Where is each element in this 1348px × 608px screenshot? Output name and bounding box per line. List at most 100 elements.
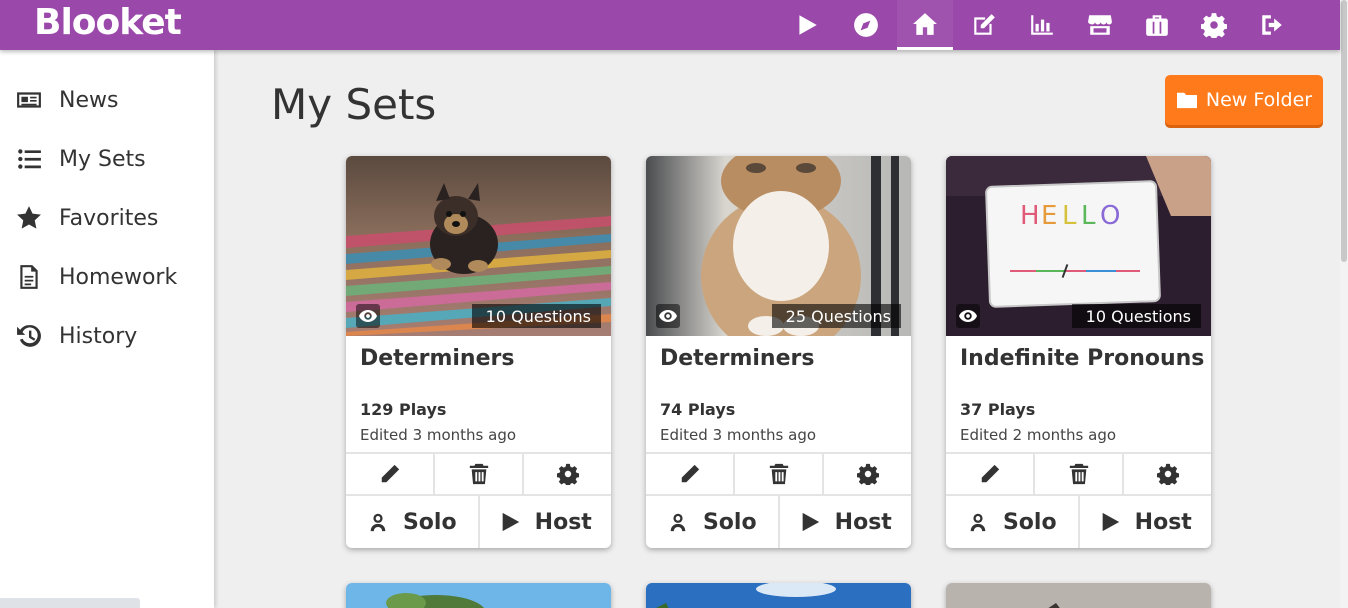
gear-icon (556, 463, 579, 485)
play-icon (799, 15, 817, 35)
set-thumbnail-image (646, 583, 911, 608)
set-card[interactable]: 25 Questions Determiners 74 Plays Edited… (646, 156, 911, 548)
nav-home-button[interactable] (897, 0, 953, 50)
trash-icon (469, 463, 488, 485)
solo-label: Solo (702, 509, 757, 535)
star-icon (14, 203, 44, 233)
list-icon (14, 144, 44, 174)
scrollbar-thumb[interactable] (1341, 0, 1347, 262)
host-button[interactable]: Host (780, 496, 912, 548)
sidebar-item-label: History (59, 323, 138, 349)
pencil-icon (381, 464, 399, 483)
sidebar-item-my-sets[interactable]: My Sets (0, 134, 214, 184)
solo-button[interactable]: Solo (346, 496, 480, 548)
nav-market-button[interactable] (1072, 0, 1128, 50)
home-icon (913, 12, 937, 35)
new-folder-label: New Folder (1205, 89, 1313, 111)
status-bar-url (0, 598, 140, 608)
folder-icon (1176, 92, 1197, 109)
briefcase-icon (1146, 15, 1168, 36)
person-icon (670, 513, 686, 532)
sidebar-item-favorites[interactable]: Favorites (0, 193, 214, 243)
play-icon (1102, 512, 1119, 532)
pencil-icon (681, 464, 699, 483)
nav-logout-button[interactable] (1244, 0, 1300, 50)
gear-icon (856, 463, 879, 485)
set-thumbnail[interactable]: 10 Questions (346, 156, 611, 336)
svg-text:H: H (1020, 201, 1043, 231)
nav-discover-button[interactable] (838, 0, 894, 50)
set-title[interactable]: Determiners (360, 346, 514, 371)
host-button[interactable]: Host (1080, 496, 1212, 548)
set-card-partial[interactable] (346, 583, 611, 608)
set-settings-button[interactable] (1124, 454, 1211, 494)
host-label: Host (534, 509, 592, 535)
set-card-partial[interactable] (646, 583, 911, 608)
eye-icon[interactable] (656, 304, 680, 328)
page-title: My Sets (271, 80, 437, 129)
sidebar-item-news[interactable]: News (0, 75, 214, 125)
edit-set-button[interactable] (346, 454, 435, 494)
person-icon (970, 513, 986, 532)
sidebar-item-history[interactable]: History (0, 311, 214, 361)
file-icon (14, 262, 44, 292)
history-icon (14, 321, 44, 351)
edit-set-button[interactable] (946, 454, 1035, 494)
gear-icon (1201, 13, 1227, 38)
solo-button[interactable]: Solo (946, 496, 1080, 548)
delete-set-button[interactable] (435, 454, 524, 494)
delete-set-button[interactable] (1035, 454, 1124, 494)
host-button[interactable]: Host (480, 496, 612, 548)
set-thumbnail[interactable]: H E L L O 10 Questions (946, 156, 1211, 336)
set-title[interactable]: Determiners (660, 346, 814, 371)
solo-label: Solo (402, 509, 457, 535)
svg-text:L: L (1062, 201, 1080, 231)
host-label: Host (1134, 509, 1192, 535)
top-nav-bar: Blooket (0, 0, 1340, 50)
svg-text:O: O (1100, 201, 1123, 231)
question-count: 25 Questions (771, 304, 901, 328)
sidebar: News My Sets Favorites Homework History (0, 50, 214, 608)
question-count: 10 Questions (1071, 304, 1201, 328)
new-folder-button[interactable]: New Folder (1165, 75, 1323, 125)
set-actions (346, 452, 611, 494)
set-card-partial[interactable] (946, 583, 1211, 608)
plays-count: 37 Plays (960, 400, 1036, 419)
nav-blooks-button[interactable] (1129, 0, 1185, 50)
set-settings-button[interactable] (824, 454, 911, 494)
plays-count: 129 Plays (360, 400, 447, 419)
set-settings-button[interactable] (524, 454, 611, 494)
eye-icon[interactable] (956, 304, 980, 328)
sidebar-item-label: Homework (59, 264, 178, 290)
play-icon (502, 512, 519, 532)
svg-text:E: E (1041, 201, 1060, 231)
market-icon (1088, 15, 1112, 35)
edited-time: Edited 2 months ago (960, 426, 1117, 444)
set-thumbnail[interactable]: 25 Questions (646, 156, 911, 336)
play-options: Solo Host (946, 494, 1211, 548)
question-count: 10 Questions (471, 304, 601, 328)
nav-create-button[interactable] (956, 0, 1012, 50)
edit-set-button[interactable] (646, 454, 735, 494)
solo-button[interactable]: Solo (646, 496, 780, 548)
set-thumbnail-image (946, 583, 1211, 608)
edited-time: Edited 3 months ago (360, 426, 517, 444)
sidebar-item-label: My Sets (59, 146, 146, 172)
set-card[interactable]: 10 Questions Determiners 129 Plays Edite… (346, 156, 611, 548)
svg-text:L: L (1081, 201, 1099, 231)
sidebar-item-label: News (59, 87, 119, 113)
nav-stats-button[interactable] (1014, 0, 1070, 50)
nav-play-button[interactable] (779, 0, 835, 50)
logout-icon (1262, 15, 1282, 35)
blooket-logo[interactable]: Blooket (34, 2, 182, 43)
set-actions (946, 452, 1211, 494)
sidebar-item-homework[interactable]: Homework (0, 252, 214, 302)
set-card[interactable]: H E L L O 10 Questions Indefinite Pronou… (946, 156, 1211, 548)
set-title[interactable]: Indefinite Pronouns (960, 346, 1204, 371)
nav-settings-button[interactable] (1186, 0, 1242, 50)
person-icon (370, 513, 386, 532)
play-options: Solo Host (646, 494, 911, 548)
delete-set-button[interactable] (735, 454, 824, 494)
newspaper-icon (14, 85, 44, 115)
eye-icon[interactable] (356, 304, 380, 328)
